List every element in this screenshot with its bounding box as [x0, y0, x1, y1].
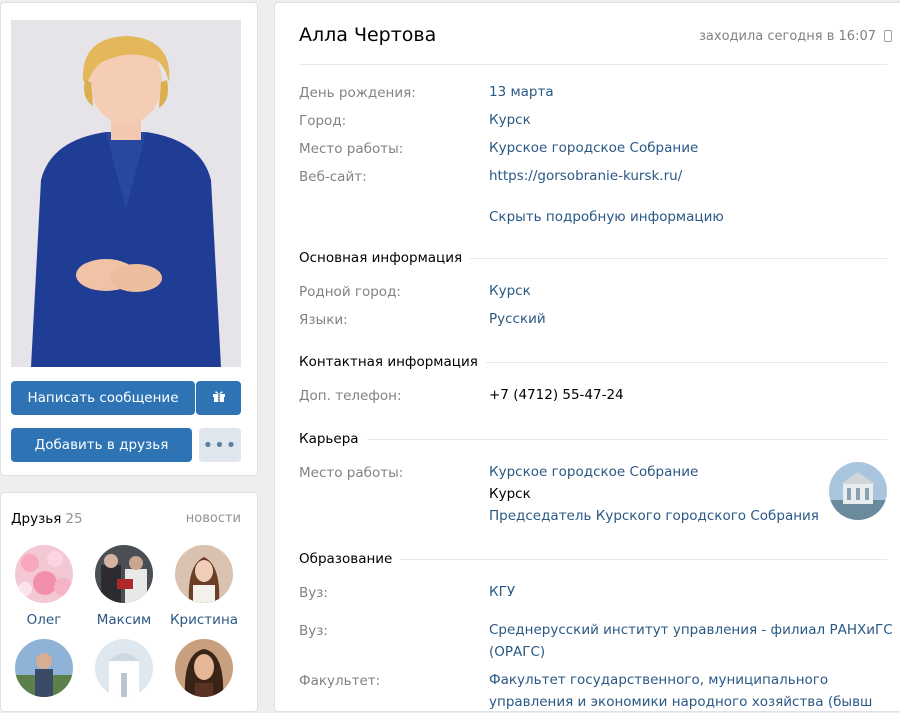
add-friend-button[interactable]: Добавить в друзья — [11, 428, 192, 462]
friend-item[interactable] — [9, 639, 79, 697]
friend-avatar[interactable] — [95, 639, 153, 697]
section-career: Карьера — [299, 431, 887, 447]
online-status: заходила сегодня в 16:07 — [699, 29, 893, 46]
career-city: Курск — [489, 486, 531, 502]
section-title: Основная информация — [299, 250, 463, 266]
profile-info-card: Алла Чертова заходила сегодня в 16:07 Де… — [274, 2, 900, 712]
info-label: Место работы: — [299, 141, 404, 157]
info-label: Веб-сайт: — [299, 169, 367, 185]
more-actions-button[interactable]: ••• — [199, 428, 241, 462]
birthday-link[interactable]: 13 марта — [489, 81, 554, 103]
profile-photo-card: Написать сообщение Добавить в друзья ••• — [0, 2, 258, 476]
header-divider — [299, 64, 887, 65]
profile-name: Алла Чертова — [299, 24, 437, 46]
work-link[interactable]: Курское городское Собрание — [489, 137, 698, 159]
friends-header: Друзья 25 новости — [11, 511, 241, 527]
friend-item[interactable] — [89, 639, 159, 697]
friend-item[interactable] — [169, 639, 239, 697]
city-link[interactable]: Курск — [489, 109, 531, 131]
university-link[interactable]: КГУ — [489, 581, 515, 603]
send-message-button[interactable]: Написать сообщение — [11, 381, 195, 415]
friends-title[interactable]: Друзья — [11, 511, 61, 527]
phone-value: +7 (4712) 55-47-24 — [489, 387, 624, 403]
friend-avatar[interactable] — [95, 545, 153, 603]
section-title: Карьера — [299, 431, 359, 447]
friends-count: 25 — [65, 511, 83, 527]
friend-name[interactable]: Максим — [89, 612, 159, 628]
friend-item[interactable]: Кристина — [169, 545, 239, 628]
friend-avatar[interactable] — [175, 545, 233, 603]
gift-button[interactable] — [196, 381, 241, 415]
friend-name[interactable]: Олег — [9, 612, 79, 628]
career-details: Курское городское Собрание Курск Председ… — [489, 461, 819, 527]
info-label: Город: — [299, 113, 347, 129]
section-contacts: Контактная информация — [299, 354, 887, 370]
friend-item[interactable]: Максим — [89, 545, 159, 628]
section-title: Контактная информация — [299, 354, 478, 370]
languages-link[interactable]: Русский — [489, 308, 546, 330]
mobile-icon — [884, 30, 893, 46]
friends-card: Друзья 25 новости Олег Максим Кристина — [0, 492, 258, 712]
hometown-link[interactable]: Курск — [489, 280, 531, 302]
info-label: Родной город: — [299, 284, 401, 300]
info-label: Доп. телефон: — [299, 388, 402, 404]
info-label: Место работы: — [299, 465, 404, 481]
info-label: Вуз: — [299, 585, 328, 601]
info-label: Факультет: — [299, 673, 381, 689]
info-label: Языки: — [299, 312, 348, 328]
friends-news-link[interactable]: новости — [186, 511, 241, 526]
career-org-link[interactable]: Курское городское Собрание — [489, 461, 819, 483]
section-education: Образование — [299, 551, 887, 567]
career-org-image[interactable] — [829, 462, 887, 520]
gift-icon — [212, 389, 226, 407]
friend-avatar[interactable] — [15, 639, 73, 697]
friend-name[interactable]: Кристина — [169, 612, 239, 628]
section-title: Образование — [299, 551, 393, 567]
career-position-link[interactable]: Председатель Курского городского Собрани… — [489, 505, 819, 527]
friend-avatar[interactable] — [175, 639, 233, 697]
hide-details-link[interactable]: Скрыть подробную информацию — [489, 206, 724, 228]
university-2-link[interactable]: Среднерусский институт управления - фили… — [489, 619, 893, 663]
info-label: День рождения: — [299, 85, 416, 101]
info-label: Вуз: — [299, 623, 328, 639]
website-link[interactable]: https://gorsobranie-kursk.ru/ — [489, 165, 682, 187]
friend-item[interactable]: Олег — [9, 545, 79, 628]
faculty-link[interactable]: Факультет государственного, муниципально… — [489, 669, 872, 713]
friend-avatar[interactable] — [15, 545, 73, 603]
profile-photo[interactable] — [11, 20, 241, 367]
section-main-info: Основная информация — [299, 250, 887, 266]
